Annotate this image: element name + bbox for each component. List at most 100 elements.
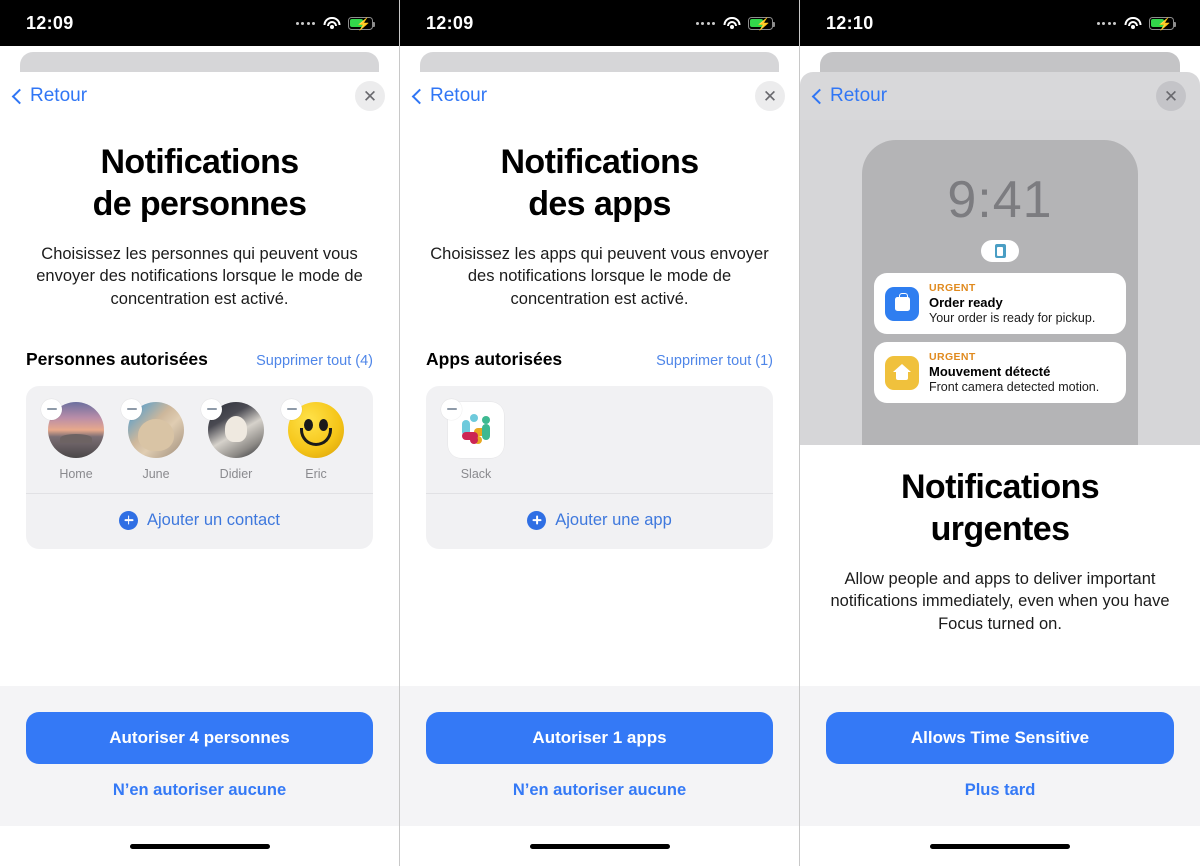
- page-subtitle: Choisissez les personnes qui peuvent vou…: [36, 244, 363, 309]
- panel-body: Notifications des apps Choisissez les ap…: [400, 120, 799, 866]
- status-badge: URGENT: [929, 282, 976, 294]
- status-clock: 12:09: [26, 12, 74, 33]
- footer-pad: [400, 800, 799, 826]
- notification-list: URGENT Order ready Your order is ready f…: [862, 262, 1138, 403]
- footer: Autoriser 1 apps N’en autoriser aucune: [400, 686, 799, 800]
- phone-mockup: 9:41 URGENT Order ready Your order is re…: [862, 140, 1138, 445]
- signal-dots-icon: [295, 21, 315, 25]
- primary-action-button[interactable]: Autoriser 4 personnes: [26, 712, 373, 764]
- battery-charging-icon: ⚡: [1149, 16, 1177, 30]
- primary-action-button[interactable]: Allows Time Sensitive: [826, 712, 1174, 764]
- page-title: Notifications des apps: [400, 120, 799, 226]
- list-item[interactable]: Eric: [276, 398, 356, 481]
- close-icon: ✕: [362, 86, 378, 106]
- home-indicator[interactable]: [529, 843, 670, 849]
- footer-pad: [800, 800, 1200, 826]
- home-indicator[interactable]: [129, 843, 270, 849]
- page-title: Notifications de personnes: [0, 120, 399, 226]
- home-indicator[interactable]: [930, 843, 1070, 849]
- close-button[interactable]: ✕: [355, 81, 385, 111]
- back-button[interactable]: Retour: [808, 81, 893, 111]
- status-clock: 12:10: [826, 12, 874, 33]
- status-bar: 12:09 ⚡: [0, 0, 399, 46]
- notification-card[interactable]: URGENT Mouvement détecté Front camera de…: [874, 342, 1126, 403]
- avatar-wrap: [281, 398, 344, 458]
- add-app-button[interactable]: Ajouter une app: [426, 494, 773, 549]
- list-item-label: Didier: [219, 466, 253, 481]
- list-item[interactable]: Slack: [436, 398, 516, 481]
- page-title: Notifications urgentes: [800, 445, 1200, 551]
- app-tiles: Slack: [426, 386, 773, 493]
- close-icon: ✕: [762, 86, 778, 106]
- notification-title: Mouvement détecté: [929, 364, 1051, 379]
- footer-pad: [0, 800, 399, 826]
- avatar-wrap: [121, 398, 184, 458]
- sheet-stack: [800, 46, 1200, 92]
- secondary-action-button[interactable]: N’en autoriser aucune: [26, 764, 373, 800]
- title-line-2: des apps: [528, 184, 671, 223]
- remove-badge-icon[interactable]: [121, 398, 142, 420]
- remove-badge-icon[interactable]: [201, 398, 222, 420]
- phone-preview: 9:41 URGENT Order ready Your order is re…: [800, 120, 1200, 445]
- plus-circle-icon: [119, 510, 138, 530]
- list-item-label: Slack: [460, 466, 492, 481]
- wifi-icon: [323, 16, 340, 30]
- status-bar: 12:09 ⚡: [400, 0, 799, 46]
- section-header: Apps autorisées Supprimer tout (1): [400, 311, 799, 370]
- page-subtitle: Allow people and apps to deliver importa…: [830, 569, 1170, 634]
- add-contact-button[interactable]: Ajouter un contact: [26, 494, 373, 549]
- clear-all-link[interactable]: Supprimer tout (1): [656, 353, 773, 369]
- notification-body: Front camera detected motion.: [929, 380, 1100, 394]
- clear-all-link[interactable]: Supprimer tout (4): [256, 353, 373, 369]
- shopping-bag-icon: [885, 286, 919, 321]
- primary-action-button[interactable]: Autoriser 1 apps: [426, 712, 773, 764]
- plus-circle-icon: [527, 510, 547, 530]
- status-badge: URGENT: [929, 351, 976, 363]
- back-button[interactable]: Retour: [408, 81, 493, 111]
- nav-bar: Retour ✕: [0, 72, 399, 120]
- notification-title: Order ready: [929, 295, 1003, 310]
- list-item[interactable]: June: [116, 398, 196, 481]
- three-panel-screenshot: 12:09 ⚡ Retour ✕ Notifications de person…: [0, 0, 1200, 866]
- remove-badge-icon[interactable]: [441, 398, 462, 420]
- status-icons: ⚡: [695, 16, 776, 30]
- secondary-action-button[interactable]: N’en autoriser aucune: [426, 764, 773, 800]
- remove-badge-icon[interactable]: [281, 398, 302, 420]
- avatar-wrap: [201, 398, 264, 458]
- back-label: Retour: [30, 85, 88, 106]
- status-icons: ⚡: [295, 16, 376, 30]
- close-button[interactable]: ✕: [755, 81, 785, 111]
- battery-charging-icon: ⚡: [348, 16, 376, 30]
- notification-card[interactable]: URGENT Order ready Your order is ready f…: [874, 273, 1126, 334]
- title-line-2: urgentes: [930, 509, 1070, 548]
- allowed-apps-card: Slack Ajouter une app: [426, 385, 773, 549]
- status-clock: 12:09: [426, 12, 474, 33]
- avatar-wrap: [41, 398, 104, 458]
- footer: Allows Time Sensitive Plus tard: [800, 686, 1200, 800]
- list-item[interactable]: Didier: [196, 398, 276, 481]
- panel-body: 9:41 URGENT Order ready Your order is re…: [800, 120, 1200, 866]
- list-item-label: June: [142, 466, 170, 481]
- home-icon: [885, 355, 919, 390]
- status-icons: ⚡: [1096, 16, 1177, 30]
- title-line-2: de personnes: [92, 184, 307, 223]
- chevron-left-icon: [811, 88, 828, 104]
- back-label: Retour: [430, 85, 488, 106]
- signal-dots-icon: [1096, 21, 1116, 25]
- remove-badge-icon[interactable]: [41, 398, 62, 420]
- list-item-label: Eric: [305, 466, 327, 481]
- nav-bar: Retour ✕: [400, 72, 799, 120]
- signal-dots-icon: [695, 21, 715, 25]
- chevron-left-icon: [11, 88, 28, 104]
- title-line-1: Notifications: [500, 143, 699, 181]
- back-button[interactable]: Retour: [8, 81, 93, 111]
- panel-body: Notifications de personnes Choisissez le…: [0, 120, 399, 866]
- focus-badge-icon: [994, 244, 1006, 258]
- close-button[interactable]: ✕: [1156, 81, 1186, 111]
- avatar-wrap: [441, 398, 504, 458]
- secondary-action-button[interactable]: Plus tard: [826, 764, 1174, 800]
- list-item[interactable]: Home: [36, 398, 116, 481]
